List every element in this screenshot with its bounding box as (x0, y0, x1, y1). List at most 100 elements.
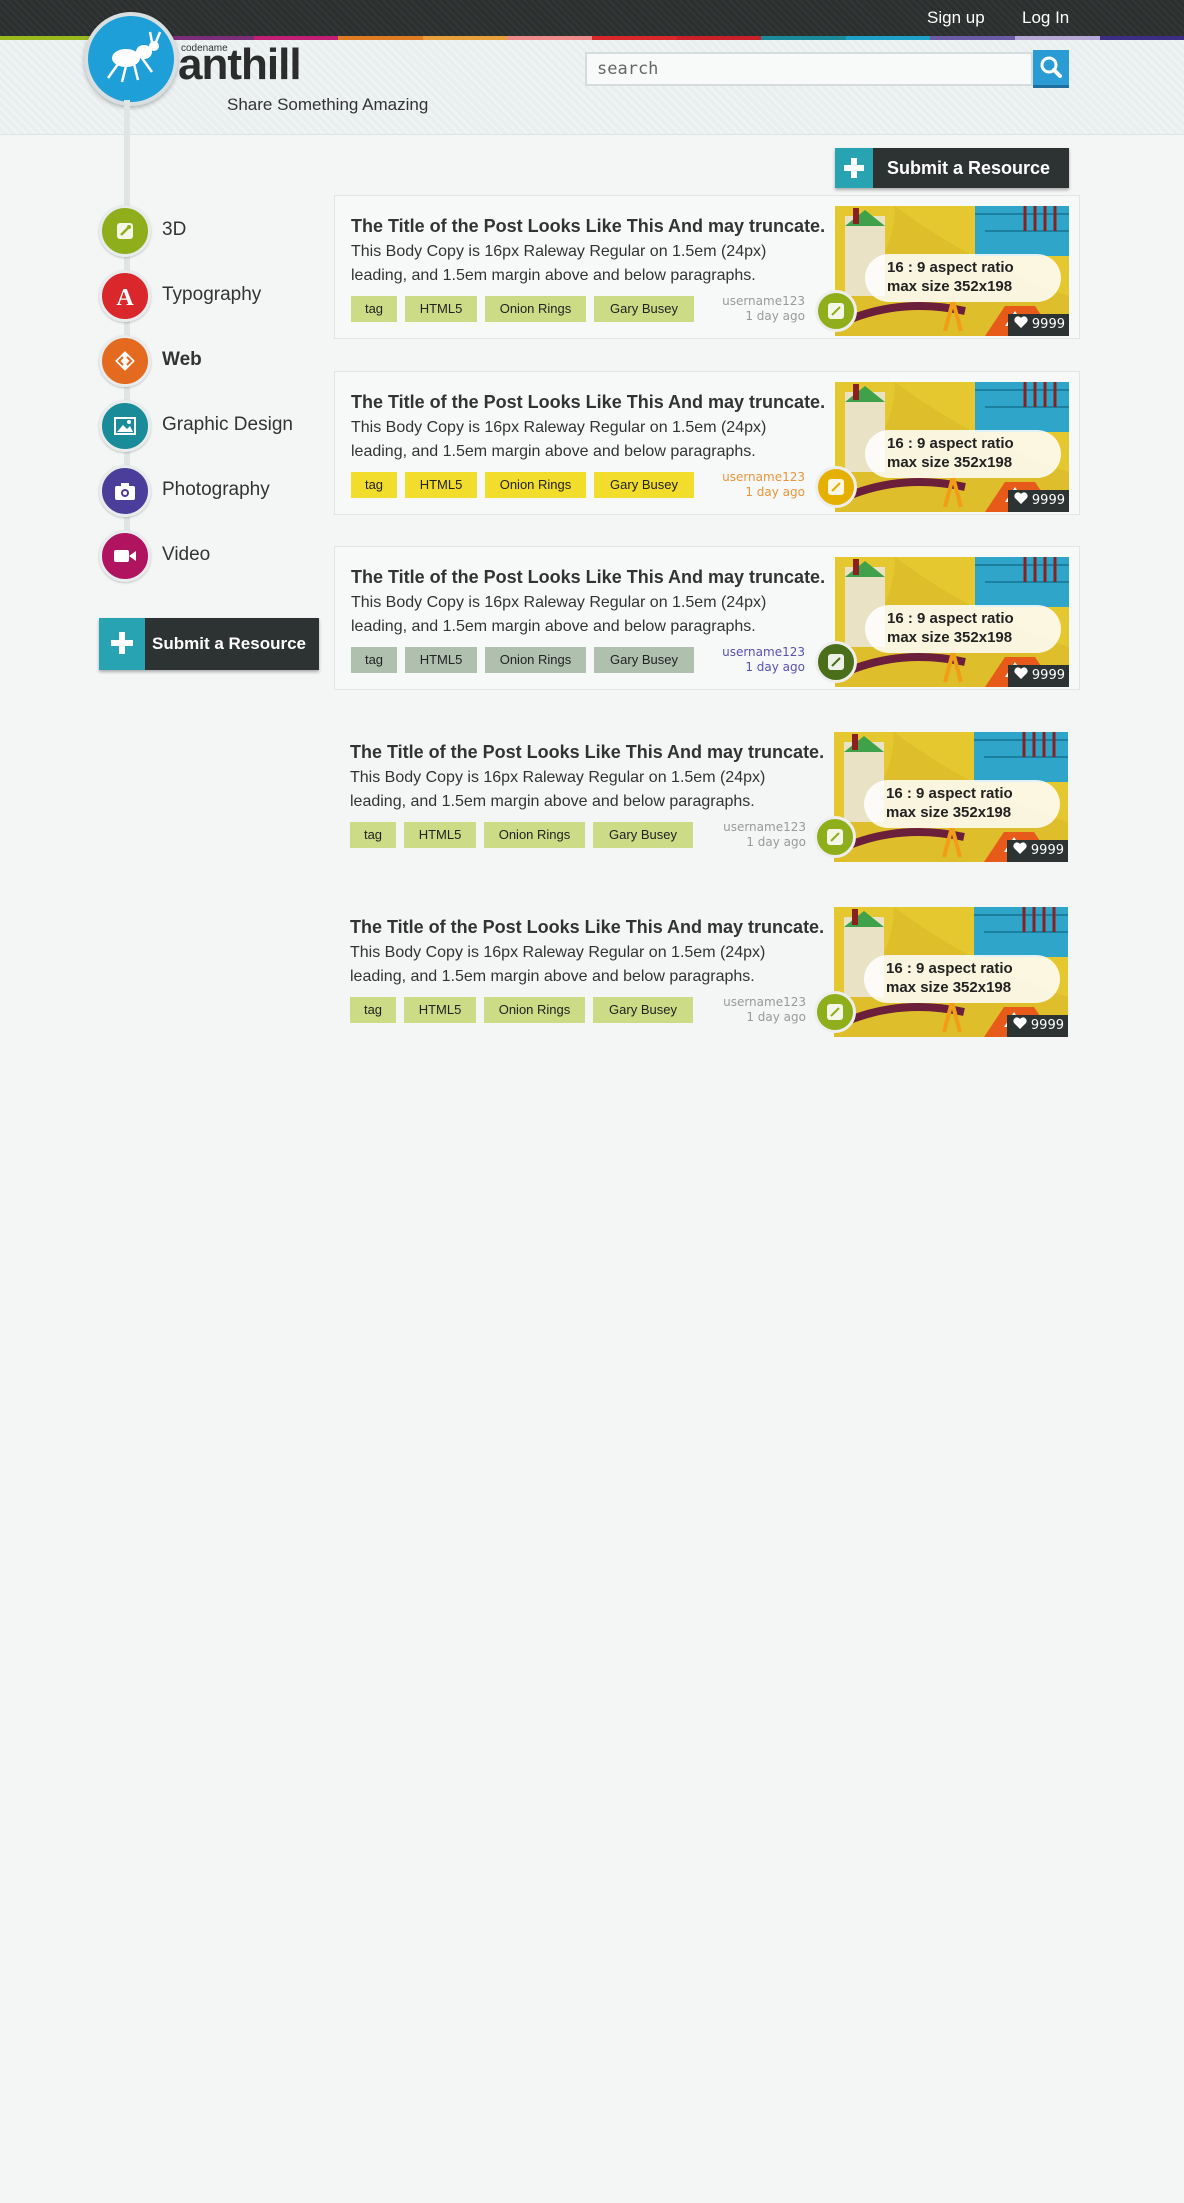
sidebar-item-label: Video (162, 544, 211, 565)
max-size-text: max size 352x198 (886, 804, 1012, 821)
like-count-value: 9999 (1031, 493, 1065, 508)
tag[interactable]: tag (351, 647, 397, 673)
sidebar-item-photography[interactable]: Photography (99, 465, 359, 517)
tag[interactable]: Onion Rings (484, 997, 585, 1023)
like-count[interactable]: 9999 (1007, 665, 1069, 687)
tag[interactable]: HTML5 (405, 472, 477, 498)
username[interactable]: username123 (722, 645, 805, 660)
tag[interactable]: HTML5 (404, 997, 476, 1023)
post-card[interactable]: The Title of the Post Looks Like This An… (334, 897, 1080, 1041)
tag[interactable]: Gary Busey (594, 472, 694, 498)
post-body: This Body Copy is 16px Raleway Regular o… (351, 243, 767, 284)
username[interactable]: username123 (722, 294, 805, 309)
like-count[interactable]: 9999 (1006, 840, 1068, 862)
post-thumbnail[interactable]: 16 : 9 aspect ratio max size 352x198 999… (834, 732, 1068, 862)
post-meta: username123 1 day ago (723, 995, 806, 1025)
sign-up-link[interactable]: Sign up (927, 8, 985, 28)
sidebar-item-label: Web (162, 349, 202, 370)
ratio-text: 16 : 9 aspect ratio (887, 435, 1014, 452)
header-submit-button[interactable]: Submit a Resource (835, 148, 1069, 188)
post-meta: username123 1 day ago (723, 820, 806, 850)
username[interactable]: username123 (722, 470, 805, 485)
tag[interactable]: Gary Busey (594, 647, 694, 673)
post-title[interactable]: The Title of the Post Looks Like This An… (351, 216, 825, 237)
post-body: This Body Copy is 16px Raleway Regular o… (351, 594, 767, 635)
post-body: This Body Copy is 16px Raleway Regular o… (350, 769, 766, 810)
search-icon (1040, 56, 1062, 78)
tag[interactable]: HTML5 (404, 822, 476, 848)
post-thumbnail[interactable]: 16 : 9 aspect ratio max size 352x198 999… (834, 907, 1068, 1037)
sidebar-item-3d[interactable]: 3D (99, 205, 359, 257)
max-size-text: max size 352x198 (887, 454, 1013, 471)
tag[interactable]: Gary Busey (593, 822, 693, 848)
tag[interactable]: HTML5 (405, 647, 477, 673)
code-icon (99, 335, 151, 387)
tag[interactable]: Onion Rings (485, 296, 586, 322)
sidebar-item-typography[interactable]: A Typography (99, 270, 359, 322)
post-meta: username123 1 day ago (722, 645, 805, 675)
post-thumbnail[interactable]: 16 : 9 aspect ratio max size 352x198 999… (835, 206, 1069, 336)
category-badge (815, 466, 857, 508)
submit-label: Submit a Resource (152, 634, 306, 653)
sidebar-item-web[interactable]: Web (99, 335, 359, 387)
tagline: Share Something Amazing (227, 95, 429, 114)
heart-icon (1013, 842, 1027, 854)
camera-icon (99, 465, 151, 517)
wand-icon (827, 829, 843, 845)
tag[interactable]: Onion Rings (485, 647, 586, 673)
like-count[interactable]: 9999 (1006, 1015, 1068, 1037)
like-count-value: 9999 (1030, 843, 1064, 858)
tag[interactable]: tag (351, 296, 397, 322)
ant-icon (106, 31, 162, 83)
sidebar-item-graphic-design[interactable]: Graphic Design (99, 400, 359, 452)
category-badge (815, 290, 857, 332)
post-title[interactable]: The Title of the Post Looks Like This An… (350, 917, 824, 938)
log-in-link[interactable]: Log In (1022, 8, 1069, 28)
post-title[interactable]: The Title of the Post Looks Like This An… (351, 392, 825, 413)
tag[interactable]: HTML5 (405, 296, 477, 322)
post-title[interactable]: The Title of the Post Looks Like This An… (351, 567, 825, 588)
post-title[interactable]: The Title of the Post Looks Like This An… (350, 742, 824, 763)
like-count[interactable]: 9999 (1007, 490, 1069, 512)
post-card[interactable]: The Title of the Post Looks Like This An… (334, 546, 1080, 690)
category-badge (814, 816, 856, 858)
like-count[interactable]: 9999 (1007, 314, 1069, 336)
tag[interactable]: tag (350, 822, 396, 848)
wand-icon (828, 479, 844, 495)
tag[interactable]: tag (351, 472, 397, 498)
post-card[interactable]: The Title of the Post Looks Like This An… (334, 722, 1080, 866)
heart-icon (1014, 316, 1028, 328)
wand-icon (828, 654, 844, 670)
tag[interactable]: Onion Rings (485, 472, 586, 498)
brand-name: anthill (178, 40, 302, 89)
search-input[interactable] (587, 54, 1047, 84)
post-meta: username123 1 day ago (722, 470, 805, 500)
plus-icon (835, 148, 873, 188)
wand-icon (828, 303, 844, 319)
username[interactable]: username123 (723, 820, 806, 835)
timestamp: 1 day ago (746, 835, 806, 849)
post-card[interactable]: The Title of the Post Looks Like This An… (334, 195, 1080, 339)
post-thumbnail[interactable]: 16 : 9 aspect ratio max size 352x198 999… (835, 557, 1069, 687)
sidebar-item-label: Typography (162, 284, 262, 305)
post-thumbnail[interactable]: 16 : 9 aspect ratio max size 352x198 999… (835, 382, 1069, 512)
tag[interactable]: Gary Busey (594, 296, 694, 322)
ratio-text: 16 : 9 aspect ratio (887, 259, 1014, 276)
ratio-label: 16 : 9 aspect ratio max size 352x198 (865, 605, 1061, 653)
search-button[interactable] (1033, 50, 1069, 88)
ratio-label: 16 : 9 aspect ratio max size 352x198 (864, 780, 1060, 828)
username[interactable]: username123 (723, 995, 806, 1010)
sidebar-submit-button[interactable]: Submit a Resource (99, 618, 319, 670)
timestamp: 1 day ago (745, 309, 805, 323)
tag[interactable]: Gary Busey (593, 997, 693, 1023)
anthill-logo[interactable] (84, 12, 178, 106)
tag[interactable]: Onion Rings (484, 822, 585, 848)
top-bar (0, 0, 1184, 36)
heart-icon (1014, 492, 1028, 504)
tag[interactable]: tag (350, 997, 396, 1023)
sidebar-item-label: Graphic Design (162, 414, 293, 435)
sidebar-item-label: 3D (162, 219, 187, 240)
post-card[interactable]: The Title of the Post Looks Like This An… (334, 371, 1080, 515)
ratio-text: 16 : 9 aspect ratio (886, 785, 1013, 802)
sidebar-item-video[interactable]: Video (99, 530, 359, 582)
